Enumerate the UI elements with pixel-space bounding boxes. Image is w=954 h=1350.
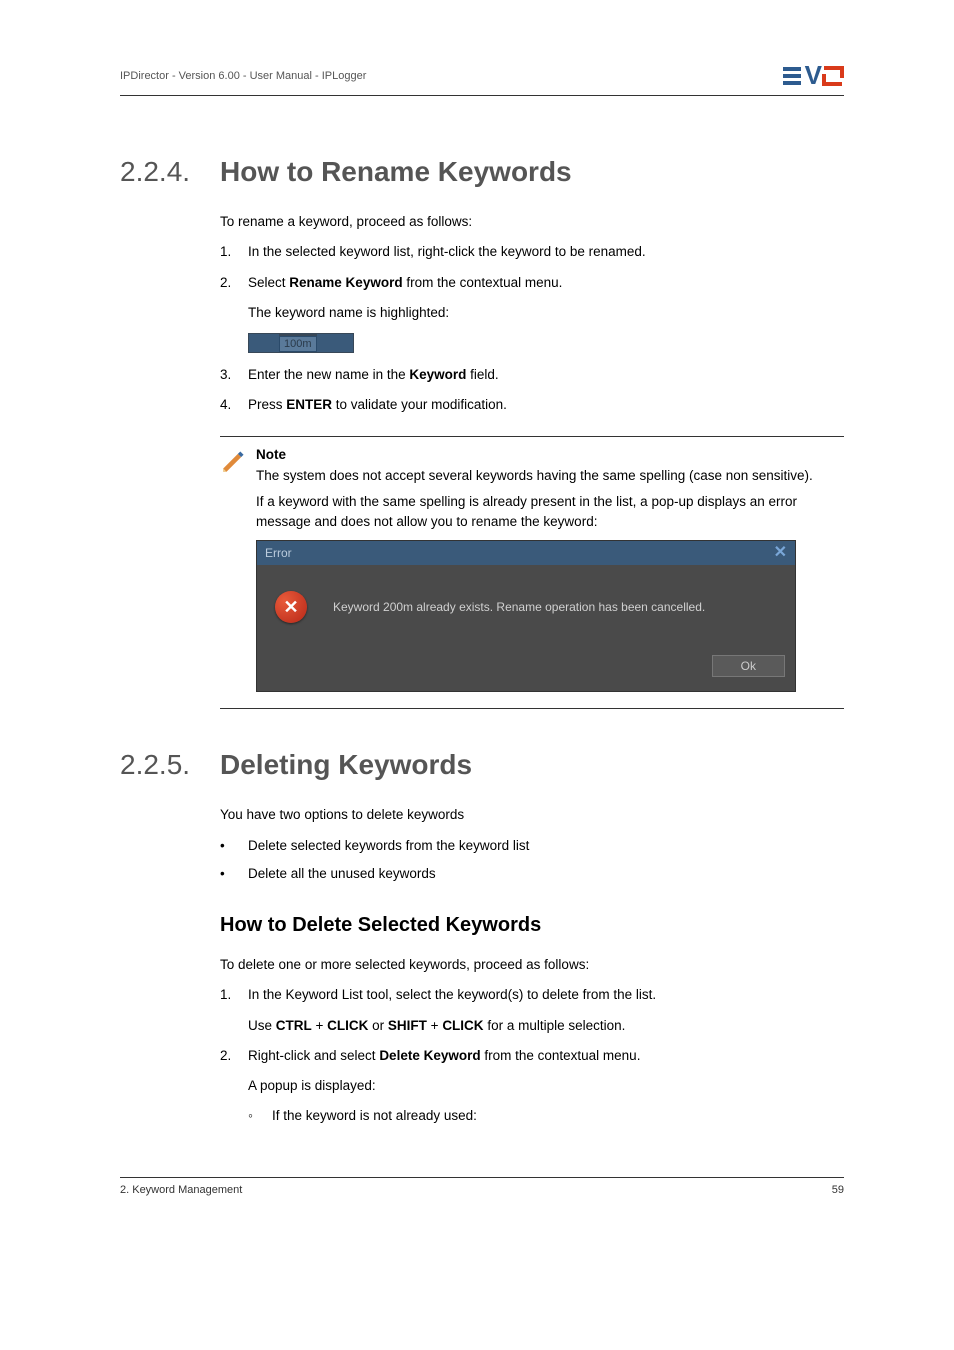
section-title: How to Rename Keywords — [220, 156, 572, 188]
footer-left: 2. Keyword Management — [120, 1184, 242, 1196]
step-number: 3. — [220, 365, 248, 385]
error-content: ✕ Keyword 200m already exists. Rename op… — [257, 565, 795, 649]
step-2: 2. Right-click and select Delete Keyword… — [220, 1046, 844, 1066]
error-footer: Ok — [257, 649, 795, 691]
page-header: IPDirector - Version 6.00 - User Manual … — [120, 60, 844, 96]
error-message: Keyword 200m already exists. Rename oper… — [333, 600, 705, 614]
note-title: Note — [256, 447, 844, 462]
step-text: In the selected keyword list, right-clic… — [248, 242, 844, 262]
error-x-icon: ✕ — [275, 591, 307, 623]
footer-page-number: 59 — [832, 1184, 844, 1196]
note-p1: The system does not accept several keywo… — [256, 466, 844, 486]
note-block: Note The system does not accept several … — [220, 436, 844, 710]
section-number: 2.2.4. — [120, 156, 220, 188]
sub-mark: ◦ — [248, 1106, 272, 1126]
intro-text: You have two options to delete keywords — [220, 805, 844, 825]
close-icon[interactable]: ✕ — [774, 545, 787, 561]
section-title: Deleting Keywords — [220, 749, 472, 781]
error-titlebar: Error ✕ — [257, 541, 795, 565]
step-number: 1. — [220, 985, 248, 1005]
keyword-cell-right — [317, 334, 353, 352]
header-text: IPDirector - Version 6.00 - User Manual … — [120, 70, 366, 82]
bullet-text: Delete selected keywords from the keywor… — [248, 836, 529, 856]
error-title: Error — [265, 546, 292, 560]
step-text: Select Rename Keyword from the contextua… — [248, 273, 844, 293]
step-2-sub-1: ◦ If the keyword is not already used: — [248, 1106, 844, 1126]
step-text: Right-click and select Delete Keyword fr… — [248, 1046, 844, 1066]
step-number: 2. — [220, 1046, 248, 1066]
note-p2: If a keyword with the same spelling is a… — [256, 492, 844, 533]
step-number: 4. — [220, 395, 248, 415]
step-1: 1. In the selected keyword list, right-c… — [220, 242, 844, 262]
bullet-2: • Delete all the unused keywords — [220, 864, 844, 884]
evs-logo: V — [783, 60, 844, 91]
bullet-1: • Delete selected keywords from the keyw… — [220, 836, 844, 856]
step-2-sub: The keyword name is highlighted: — [248, 303, 844, 323]
keyword-cell-left — [249, 334, 279, 352]
section-number: 2.2.5. — [120, 749, 220, 781]
section-2-2-5-heading: 2.2.5. Deleting Keywords — [120, 749, 844, 781]
step-text: Press ENTER to validate your modificatio… — [248, 395, 844, 415]
step-1: 1. In the Keyword List tool, select the … — [220, 985, 844, 1005]
step-4: 4. Press ENTER to validate your modifica… — [220, 395, 844, 415]
step-text: In the Keyword List tool, select the key… — [248, 985, 844, 1005]
step-2: 2. Select Rename Keyword from the contex… — [220, 273, 844, 293]
error-dialog: Error ✕ ✕ Keyword 200m already exists. R… — [256, 540, 796, 692]
subintro-text: To delete one or more selected keywords,… — [220, 955, 844, 975]
step-number: 1. — [220, 242, 248, 262]
page-footer: 2. Keyword Management 59 — [120, 1177, 844, 1196]
intro-text: To rename a keyword, proceed as follows: — [220, 212, 844, 232]
bullet-text: Delete all the unused keywords — [248, 864, 436, 884]
step-number: 2. — [220, 273, 248, 293]
ok-button[interactable]: Ok — [712, 655, 785, 677]
section-2-2-4-heading: 2.2.4. How to Rename Keywords — [120, 156, 844, 188]
bullet-mark: • — [220, 836, 248, 856]
keyword-text[interactable]: 100m — [279, 336, 317, 352]
step-1-sub: Use CTRL + CLICK or SHIFT + CLICK for a … — [248, 1016, 844, 1036]
step-text: Enter the new name in the Keyword field. — [248, 365, 844, 385]
step-2-sub: A popup is displayed: — [248, 1076, 844, 1096]
keyword-edit-field[interactable]: 100m — [248, 333, 354, 353]
subsection-title: How to Delete Selected Keywords — [220, 914, 844, 937]
step-3: 3. Enter the new name in the Keyword fie… — [220, 365, 844, 385]
bullet-mark: • — [220, 864, 248, 884]
sub-text: If the keyword is not already used: — [272, 1106, 477, 1126]
pencil-icon — [220, 447, 256, 693]
